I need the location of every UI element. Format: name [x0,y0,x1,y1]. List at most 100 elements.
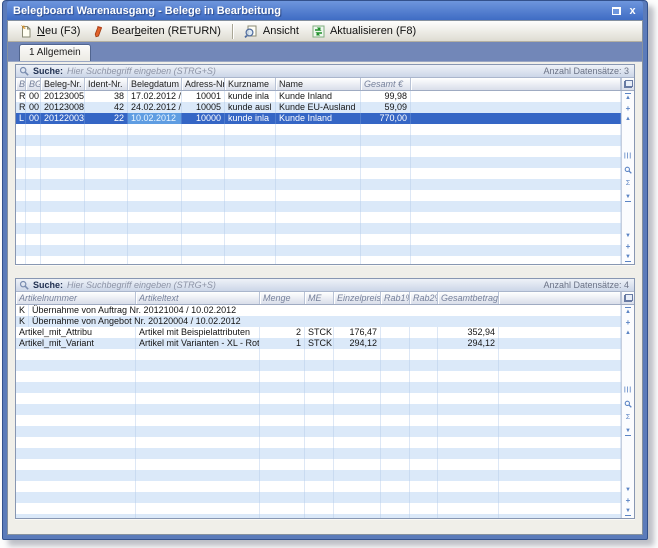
grid-cell[interactable] [41,124,85,135]
grid-cell[interactable] [136,437,260,448]
page-up-icon[interactable]: + [626,105,631,112]
grid-cell[interactable] [182,168,225,179]
grid-row-empty[interactable] [16,157,621,168]
grid-cell[interactable]: Kunde EU-Ausland [276,102,361,113]
grid-cell[interactable] [41,168,85,179]
grid-cell[interactable] [334,371,381,382]
column-header[interactable]: Artikelnummer [16,292,136,304]
grid-cell[interactable] [182,135,225,146]
grid-cell[interactable]: 294,12 [438,338,499,349]
grid-cell[interactable] [26,223,41,234]
grid-cell[interactable] [16,256,26,264]
grid-cell[interactable] [411,135,621,146]
scroll-up-icon[interactable]: ▲ [625,330,631,336]
grid-cell[interactable] [182,190,225,201]
grid-cell[interactable] [410,349,438,360]
grid-cell[interactable]: 1 [260,338,305,349]
column-header[interactable]: B [16,78,26,90]
grid-cell[interactable] [136,382,260,393]
grid-cell[interactable] [276,201,361,212]
grid-cell[interactable]: R [16,91,26,102]
grid-cell[interactable] [361,256,411,264]
grid-cell[interactable] [334,459,381,470]
grid-cell[interactable] [16,168,26,179]
grid-cell[interactable] [26,201,41,212]
grid-cell[interactable] [260,371,305,382]
grid-cell[interactable] [381,415,410,426]
grid-cell[interactable] [499,448,621,459]
grid-cell[interactable] [410,371,438,382]
grid-cell[interactable]: Artikel mit Varianten - XL - Rot [136,338,260,349]
grid-cell[interactable] [499,437,621,448]
grid-cell[interactable] [182,234,225,245]
columns-icon[interactable]: ||| [624,387,632,394]
grid-cell[interactable] [411,256,621,264]
grid-cell[interactable] [438,492,499,503]
grid-cell[interactable] [16,459,136,470]
column-header[interactable]: Kurzname [225,78,276,90]
grid-cell[interactable] [334,448,381,459]
grid-cell[interactable] [128,135,182,146]
grid-cell[interactable] [276,234,361,245]
grid-cell[interactable] [26,179,41,190]
column-header[interactable]: Artikeltext [136,292,260,304]
grid-cell[interactable] [136,404,260,415]
grid-cell[interactable] [411,201,621,212]
grid-cell[interactable]: 10005 [182,102,225,113]
grid-cell[interactable] [438,426,499,437]
grid-cell[interactable] [499,327,621,338]
grid-cell[interactable] [16,481,136,492]
column-header[interactable]: BG [26,78,41,90]
grid-cell[interactable] [16,146,26,157]
grid-cell[interactable] [16,393,136,404]
grid-cell[interactable] [361,146,411,157]
grid-cell[interactable] [26,146,41,157]
grid-row[interactable]: Artikel_mit_VariantArtikel mit Varianten… [16,338,621,349]
grid-cell[interactable]: 20122003 [41,113,85,124]
grid-cell[interactable] [26,157,41,168]
grid-row-empty[interactable] [16,382,621,393]
grid-cell[interactable] [381,382,410,393]
grid-cell[interactable] [85,223,128,234]
grid-cell[interactable] [136,415,260,426]
grid-cell[interactable] [85,157,128,168]
grid-cell[interactable] [16,212,26,223]
grid-cell[interactable] [305,415,334,426]
grid-cell[interactable] [225,245,276,256]
grid-row[interactable]: Artikel_mit_AttribuArtikel mit Beispiela… [16,327,621,338]
grid-row-empty[interactable] [16,245,621,256]
grid-cell[interactable] [305,503,334,514]
grid-cell[interactable] [276,212,361,223]
page-down-icon[interactable]: + [626,243,631,250]
grid-cell[interactable] [499,459,621,470]
grid-cell[interactable] [410,492,438,503]
grid-cell[interactable] [276,157,361,168]
grid-cell[interactable] [410,415,438,426]
grid-row-empty[interactable] [16,404,621,415]
grid-cell[interactable] [16,179,26,190]
grid-cell[interactable] [16,470,136,481]
grid-row-empty[interactable] [16,135,621,146]
grid-cell[interactable]: 352,94 [438,327,499,338]
grid-cell[interactable] [410,393,438,404]
grid-cell[interactable] [361,124,411,135]
grid-cell[interactable] [411,212,621,223]
grid-row-empty[interactable] [16,448,621,459]
grid-cell[interactable] [136,503,260,514]
grid-cell[interactable] [225,168,276,179]
grid-cell[interactable] [41,190,85,201]
grid-cell[interactable] [260,393,305,404]
grid-cell[interactable]: 20123008 [41,102,85,113]
grid-cell[interactable] [438,481,499,492]
grid-cell[interactable] [128,157,182,168]
grid-cell[interactable] [411,245,621,256]
grid-cell[interactable] [276,168,361,179]
grid-cell[interactable] [438,371,499,382]
grid-cell[interactable] [85,135,128,146]
grid-cell[interactable] [411,113,621,124]
column-header[interactable] [411,78,621,90]
grid-cell[interactable] [305,437,334,448]
grid-cell[interactable] [41,212,85,223]
grid-cell[interactable] [16,360,136,371]
grid-cell[interactable] [381,349,410,360]
